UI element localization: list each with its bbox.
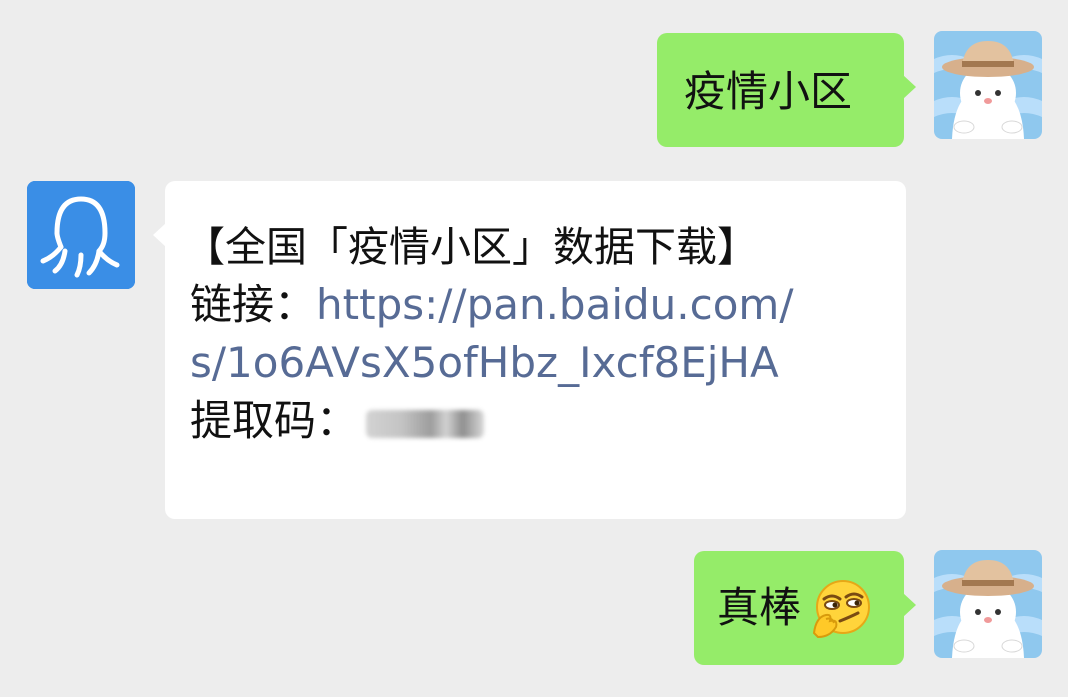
user-avatar[interactable]: [934, 550, 1042, 658]
hat-character-icon: [934, 550, 1042, 658]
share-link-continued[interactable]: s/1o6AVsX5ofHbz_Ixcf8EjHA: [190, 334, 906, 392]
link-label: 链接：: [190, 280, 317, 329]
share-link[interactable]: https://pan.baidu.com/: [316, 280, 793, 329]
link-line: 链接：https://pan.baidu.com/: [190, 276, 906, 334]
message-title: 【全国「疫情小区」数据下载】: [184, 223, 758, 271]
received-message-bubble[interactable]: 【全国「疫情小区」数据下载】 链接：https://pan.baidu.com/…: [153, 181, 906, 519]
code-label: 提取码：: [190, 396, 359, 445]
sent-message-bubble[interactable]: 疫情小区: [657, 33, 916, 147]
code-line: 提取码：: [190, 392, 906, 450]
octopus-icon: [27, 181, 135, 289]
hat-character-icon: [934, 31, 1042, 139]
message-text: 真棒: [717, 583, 802, 632]
smirk-face-icon: [810, 577, 872, 639]
bot-avatar[interactable]: [27, 181, 135, 289]
sent-message-bubble[interactable]: 真棒: [694, 551, 916, 665]
blurred-code: [366, 409, 485, 438]
user-avatar[interactable]: [934, 31, 1042, 139]
chat-window: 疫情小区 【全国「疫情小区」数据下载】 链接：https://pan.baidu…: [0, 0, 1068, 697]
message-text: 疫情小区: [684, 67, 853, 116]
